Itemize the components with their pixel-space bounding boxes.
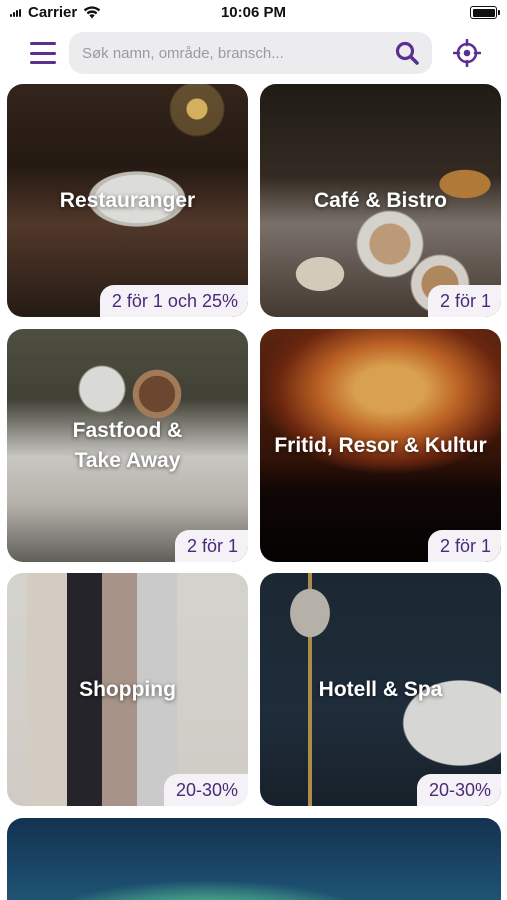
status-time: 10:06 PM: [220, 4, 287, 21]
discount-badge: 2 för 1: [427, 285, 501, 317]
status-bar: Carrier 10:06 PM: [0, 0, 507, 26]
category-card-partial[interactable]: [7, 818, 501, 900]
search-bar: [69, 32, 432, 74]
category-card-restauranger[interactable]: Restauranger 2 för 1 och 25%: [7, 84, 248, 317]
category-title: Café & Bistro: [313, 188, 448, 212]
category-title: Fritid, Resor & Kultur: [274, 433, 487, 457]
discount-badge: 20-30%: [416, 774, 501, 806]
discount-badge: 2 för 1: [427, 530, 501, 562]
crosshair-location-icon[interactable]: [452, 38, 482, 68]
hamburger-menu-icon[interactable]: [30, 42, 56, 64]
category-title: Restauranger: [59, 188, 196, 212]
category-title: Hotell & Spa: [318, 677, 443, 701]
battery-icon: [470, 6, 500, 19]
category-title: Fastfood & Take Away: [72, 418, 183, 472]
discount-badge: 20-30%: [163, 774, 248, 806]
category-card-shopping[interactable]: Shopping 20-30%: [7, 573, 248, 806]
discount-badge: 2 för 1: [174, 530, 248, 562]
search-icon[interactable]: [392, 38, 422, 68]
northern-lights-photo: [7, 818, 501, 900]
category-card-fastfood[interactable]: Fastfood & Take Away 2 för 1: [7, 329, 248, 562]
category-title: Shopping: [79, 677, 176, 701]
top-bar: [0, 30, 507, 76]
category-card-fritid[interactable]: Fritid, Resor & Kultur 2 för 1: [260, 329, 501, 562]
search-input[interactable]: [82, 44, 392, 62]
category-card-cafe-bistro[interactable]: Café & Bistro 2 för 1: [260, 84, 501, 317]
discount-badge: 2 för 1 och 25%: [99, 285, 248, 317]
category-card-hotell-spa[interactable]: Hotell & Spa 20-30%: [260, 573, 501, 806]
